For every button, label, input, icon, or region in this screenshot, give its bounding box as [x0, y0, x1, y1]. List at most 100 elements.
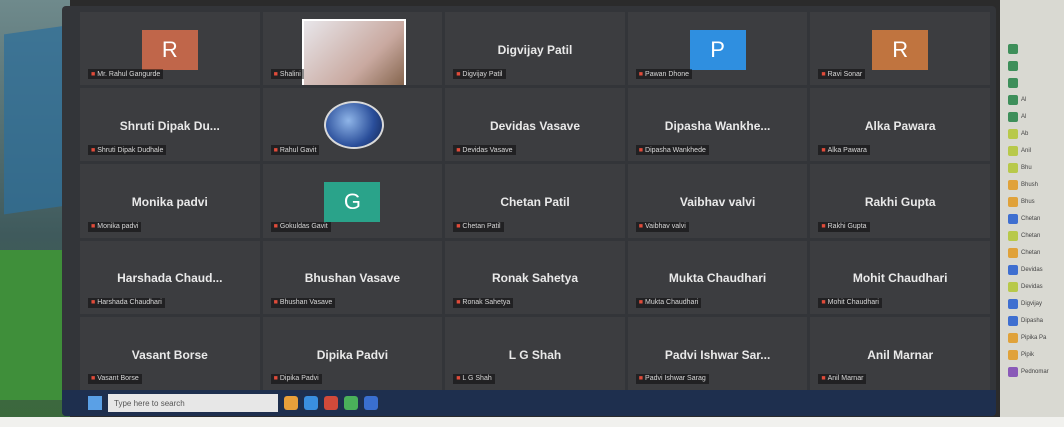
- participant-tile[interactable]: Vasant Borse ■ Vasant Borse: [80, 316, 260, 390]
- mic-muted-icon: ■: [638, 146, 644, 154]
- side-list-text: Devidas: [1021, 266, 1043, 273]
- meeting-app-icon[interactable]: [364, 396, 378, 410]
- side-list-item[interactable]: Digvijay: [1008, 295, 1060, 312]
- participant-label: ■ Shruti Dipak Dudhale: [88, 145, 167, 156]
- side-list-item[interactable]: Pipik: [1008, 346, 1060, 363]
- participant-tile[interactable]: P ■ Pawan Dhone: [627, 12, 808, 86]
- side-list-item[interactable]: [1008, 57, 1060, 74]
- side-list-item[interactable]: Devidas: [1008, 261, 1060, 278]
- participant-label: ■ Mukta Chaudhari: [635, 297, 702, 308]
- participant-avatar: G: [324, 181, 381, 222]
- participant-tile[interactable]: Shruti Dipak Du... ■ Shruti Dipak Dudhale: [80, 88, 260, 162]
- participant-tile[interactable]: Mukta Chaudhari ■ Mukta Chaudhari: [627, 240, 808, 314]
- participant-tile[interactable]: Harshada Chaud... ■ Harshada Chaudhari: [80, 240, 260, 314]
- mic-muted-icon: ■: [91, 70, 96, 78]
- side-list-item[interactable]: Chetan: [1008, 210, 1060, 227]
- participant-name: Vasant Borse: [131, 347, 208, 362]
- side-list-item[interactable]: Anil: [1008, 142, 1060, 159]
- participant-label: ■ Digvijay Patil: [453, 69, 506, 80]
- participant-tile[interactable]: Dipasha Wankhe... ■ Dipasha Wankhede: [627, 88, 808, 162]
- mic-muted-icon: ■: [273, 299, 278, 307]
- side-list-avatar: [1008, 196, 1018, 207]
- participant-tile[interactable]: ■ Rahul Gavit: [262, 88, 443, 162]
- participant-label-text: Mukta Chaudhari: [645, 299, 699, 307]
- participant-tile[interactable]: Vaibhav valvi ■ Vaibhav valvi: [627, 164, 808, 238]
- side-list-avatar: [1008, 281, 1018, 292]
- participant-label: ■ Ravi Sonar: [818, 69, 866, 80]
- participant-label: ■ Gokuldas Gavit: [270, 221, 331, 232]
- participant-label: ■ Pawan Dhone: [635, 69, 693, 80]
- participant-name: Mohit Chaudhari: [852, 271, 948, 286]
- participant-label: ■ Vasant Borse: [88, 373, 142, 384]
- side-list-item[interactable]: Al: [1008, 108, 1060, 125]
- participant-label-text: Dipasha Wankhede: [645, 146, 706, 154]
- side-list-text: Al: [1021, 96, 1027, 103]
- side-list-item[interactable]: Ab: [1008, 125, 1060, 142]
- participant-name: Dipika Padvi: [316, 347, 389, 362]
- participant-tile[interactable]: Rakhi Gupta ■ Rakhi Gupta: [810, 164, 990, 238]
- participant-name: Digvijay Patil: [497, 42, 573, 57]
- side-list-text: Pipika Pa: [1021, 334, 1047, 341]
- participant-label-text: Pawan Dhone: [645, 70, 690, 78]
- participant-name: Dipasha Wankhe...: [664, 118, 771, 133]
- side-list-item[interactable]: Devidas: [1008, 278, 1060, 295]
- participant-label: ■ Devidas Vasave: [453, 145, 516, 156]
- browser-icon[interactable]: [304, 396, 318, 410]
- mic-muted-icon: ■: [821, 375, 826, 383]
- windows-start-icon[interactable]: [88, 396, 102, 410]
- side-list-item[interactable]: Bhus: [1008, 193, 1060, 210]
- side-list-item[interactable]: Chetan: [1008, 227, 1060, 244]
- file-explorer-icon[interactable]: [284, 396, 298, 410]
- participant-label: ■ Padvi Ishwar Sarag: [635, 373, 709, 384]
- participant-label-text: Ravi Sonar: [827, 70, 863, 78]
- participants-panel: Al Al Ab Anil Bhu Bhush Bhus Chetan Chetan Chetan…: [1008, 40, 1060, 380]
- side-list-text: Bhus: [1021, 198, 1035, 205]
- side-list-text: Chetan: [1021, 232, 1041, 239]
- taskbar-search-input[interactable]: Type here to search: [108, 394, 278, 412]
- participant-tile[interactable]: R ■ Mr. Rahul Gangurde: [80, 12, 260, 86]
- side-list-avatar: [1008, 77, 1018, 88]
- participant-tile[interactable]: L G Shah ■ L G Shah: [445, 316, 625, 390]
- mic-muted-icon: ■: [456, 375, 461, 383]
- participant-tile[interactable]: Devidas Vasave ■ Devidas Vasave: [445, 88, 625, 162]
- mic-muted-icon: ■: [638, 299, 644, 307]
- side-list-item[interactable]: Dipasha: [1008, 312, 1060, 329]
- app-icon[interactable]: [344, 396, 358, 410]
- participant-label: ■ Ronak Sahetya: [453, 297, 514, 308]
- app-icon[interactable]: [324, 396, 338, 410]
- side-list-item[interactable]: Bhu: [1008, 159, 1060, 176]
- side-list-avatar: [1008, 94, 1018, 105]
- side-list-item[interactable]: [1008, 40, 1060, 57]
- side-list-item[interactable]: Chetan: [1008, 244, 1060, 261]
- participant-tile[interactable]: Bhushan Vasave ■ Bhushan Vasave: [262, 240, 443, 314]
- side-list-item[interactable]: Bhush: [1008, 176, 1060, 193]
- participant-tile[interactable]: Monika padvi ■ Monika padvi: [80, 164, 260, 238]
- side-list-text: Anil: [1021, 147, 1032, 154]
- participant-tile[interactable]: R ■ Ravi Sonar: [810, 12, 990, 86]
- participant-tile[interactable]: G ■ Gokuldas Gavit: [262, 164, 443, 238]
- participant-tile[interactable]: Dipika Padvi ■ Dipika Padvi: [262, 316, 443, 390]
- participant-tile[interactable]: Digvijay Patil ■ Digvijay Patil: [445, 12, 625, 86]
- side-list-item[interactable]: [1008, 74, 1060, 91]
- participant-tile[interactable]: Padvi Ishwar Sar... ■ Padvi Ishwar Sarag: [627, 316, 808, 390]
- participant-grid: R ■ Mr. Rahul Gangurde ■ Shalini Digvijay Pat…: [80, 12, 990, 390]
- participant-label-text: Bhushan Vasave: [279, 299, 333, 307]
- mic-muted-icon: ■: [821, 70, 826, 78]
- participant-tile[interactable]: Ronak Sahetya ■ Ronak Sahetya: [445, 240, 625, 314]
- participant-name: Alka Pawara: [864, 118, 936, 133]
- participant-tile[interactable]: Mohit Chaudhari ■ Mohit Chaudhari: [810, 240, 990, 314]
- side-list-item[interactable]: Al: [1008, 91, 1060, 108]
- participant-tile[interactable]: Alka Pawara ■ Alka Pawara: [810, 88, 990, 162]
- participant-label-text: Padvi Ishwar Sarag: [645, 375, 706, 383]
- mic-muted-icon: ■: [821, 223, 826, 231]
- participant-tile[interactable]: Chetan Patil ■ Chetan Patil: [445, 164, 625, 238]
- mic-muted-icon: ■: [91, 223, 96, 231]
- side-list-text: Digvijay: [1021, 300, 1043, 307]
- participant-label: ■ Harshada Chaudhari: [88, 297, 165, 308]
- side-list-avatar: [1008, 298, 1018, 309]
- mic-muted-icon: ■: [638, 70, 644, 78]
- side-list-item[interactable]: Pipika Pa: [1008, 329, 1060, 346]
- participant-tile[interactable]: Anil Marnar ■ Anil Marnar: [810, 316, 990, 390]
- participant-tile[interactable]: ■ Shalini: [262, 12, 443, 86]
- side-list-item[interactable]: Pednomar: [1008, 363, 1060, 380]
